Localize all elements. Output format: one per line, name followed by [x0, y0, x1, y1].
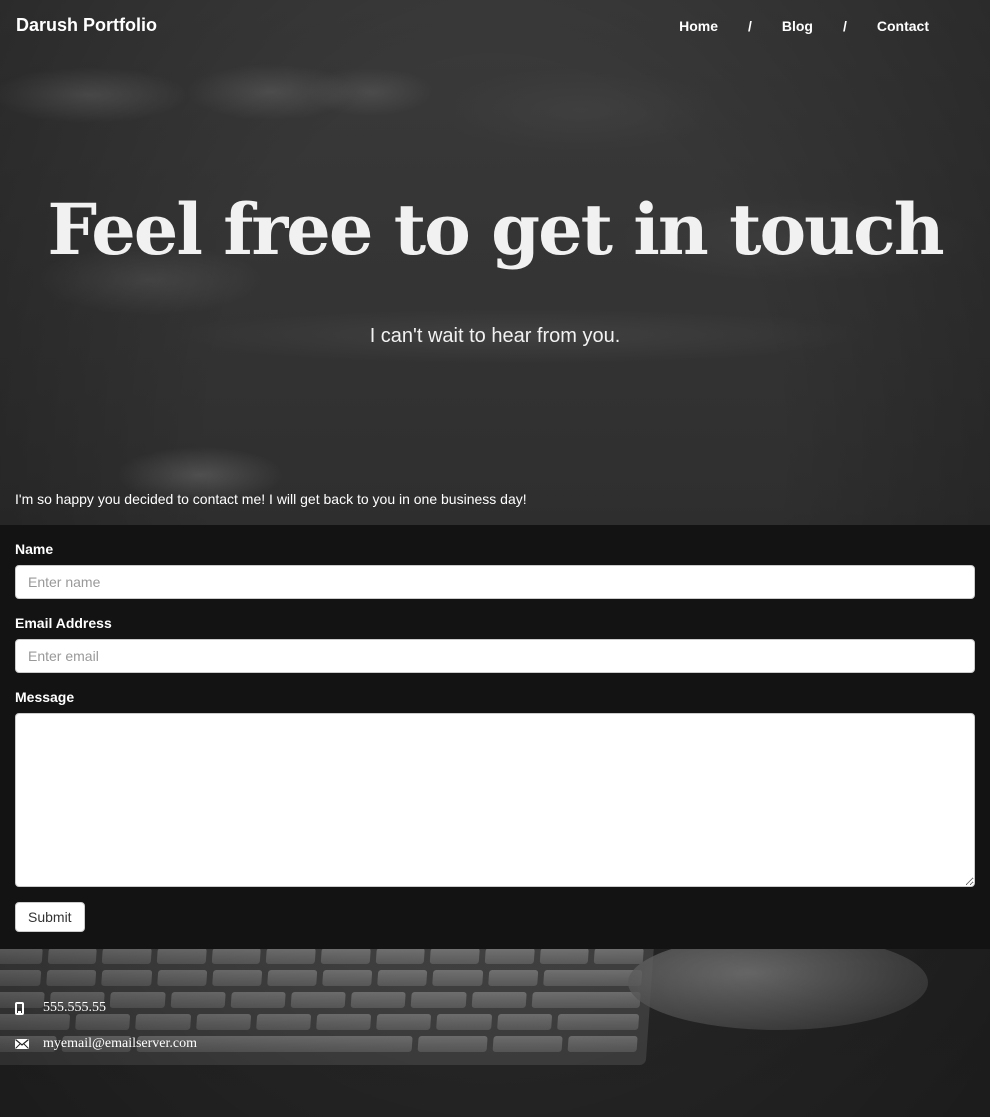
envelope-icon: [15, 1039, 43, 1049]
email-input[interactable]: [15, 639, 975, 673]
nav-blog-link[interactable]: Blog: [782, 18, 813, 34]
message-group: Message: [15, 689, 975, 887]
nav-separator: /: [747, 18, 752, 34]
message-label: Message: [15, 689, 75, 705]
nav-contact-link[interactable]: Contact: [877, 18, 929, 34]
phone-row: 555.555.55: [15, 998, 197, 1018]
contact-info: 555.555.55 myemail@emailserver.com: [15, 998, 197, 1070]
nav-separator: /: [842, 18, 847, 34]
main-nav: Home / Blog / Contact: [679, 18, 929, 34]
email-address[interactable]: myemail@emailserver.com: [43, 1036, 197, 1052]
page-subtitle: I can't wait to hear from you.: [369, 325, 621, 347]
phone-icon: [15, 1001, 43, 1015]
email-row: myemail@emailserver.com: [15, 1034, 197, 1054]
email-group: Email Address: [15, 615, 975, 673]
navbar: Darush Portfolio Home / Blog / Contact: [0, 0, 990, 52]
submit-button[interactable]: Submit: [15, 902, 85, 932]
brand-logo[interactable]: Darush Portfolio: [16, 15, 157, 36]
intro-text: I'm so happy you decided to contact me! …: [15, 491, 527, 507]
email-label: Email Address: [15, 615, 112, 631]
contact-form: Name Email Address Message Submit: [0, 525, 990, 949]
name-group: Name: [15, 541, 975, 599]
phone-number: 555.555.55: [43, 1000, 106, 1015]
page-title: Feel free to get in touch: [47, 188, 944, 271]
nav-home-link[interactable]: Home: [679, 18, 718, 34]
name-input[interactable]: [15, 565, 975, 599]
name-label: Name: [15, 541, 54, 557]
message-textarea[interactable]: [15, 713, 975, 887]
